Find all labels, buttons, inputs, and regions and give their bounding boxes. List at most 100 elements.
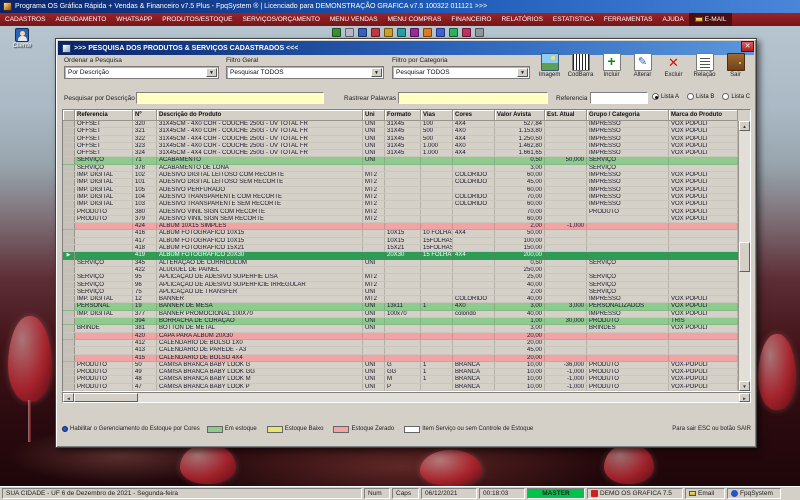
table-row[interactable]: 417 ALBUM FOTOGRAFICO 10X15 10X15 15FOLHAS 1…	[63, 237, 738, 246]
toolbar-icon[interactable]	[423, 28, 432, 37]
table-row[interactable]: IMP. DIGITAL 105 ADESIVO PERFURADO MT2 60,00…	[63, 186, 738, 194]
table-row[interactable]: PRODUTO 47 CAMISA BRANCA BABY LOOK P UNI P BR…	[63, 383, 738, 391]
table-row[interactable]: 415 CALENDARIO DE BOLSO 4X4 20,00	[63, 354, 738, 362]
table-row[interactable]: 424 ALBUM 10X15 SIMPLES 2,00 -1,000	[63, 223, 738, 231]
table-row[interactable]: 420 CAPA PARA ALBUM 20X30 20,00	[63, 332, 738, 340]
table-row[interactable]: 412 CALENDARIO DE BOLSO 1X0 20,00	[63, 339, 738, 348]
table-row[interactable]: PRODUTO 50 CAMISA BRANCA BABY LOOK G UNI G 1 B…	[63, 361, 738, 370]
desktop-icon-cliente[interactable]: Cliente	[4, 28, 40, 49]
reference-input[interactable]	[590, 92, 648, 104]
menu-item-produtos-estoque[interactable]: PRODUTOS/ESTOQUE	[157, 13, 237, 26]
action-imagem-button[interactable]: Imagem	[534, 53, 565, 78]
table-row[interactable]: PRODUTO 49 CAMISA BRANCA BABY LOOK GG UNI GG…	[63, 369, 738, 377]
toolbar-icon[interactable]	[449, 28, 458, 37]
menu-item-relatorios[interactable]: RELATÓRIOS	[496, 13, 547, 26]
radio-lista-c[interactable]: Lista C	[722, 93, 750, 100]
menu-item-agendamento[interactable]: AGENDAMENTO	[50, 13, 111, 26]
table-row[interactable]: 418 ALBUM FOTOGRAFICO 15X21 15X21 15FOLHAS 1…	[63, 245, 738, 253]
table-row[interactable]: 422 ALUGUEL DE PAINEL 250,00	[63, 266, 738, 275]
order-select[interactable]: Por Descrição	[64, 66, 219, 79]
table-row[interactable]: OFFSET 323 31X45CM - 4X0 COR - COUCHÊ 250G…	[63, 142, 738, 151]
table-row[interactable]: PERSONAL 19 BANNER DE MESA UNI 13x11 1 4X0 3,00…	[63, 303, 738, 311]
toolbar-icon[interactable]	[436, 28, 445, 37]
action-alterar-button[interactable]: Alterar	[627, 53, 658, 78]
column-header-grupo-categoria[interactable]: Grupo / Categoria	[587, 110, 669, 121]
column-header-vias[interactable]: Vias	[421, 110, 453, 121]
menu-item-financeiro[interactable]: FINANCEIRO	[446, 13, 496, 26]
action-incluir-button[interactable]: Incluir	[596, 53, 627, 78]
table-row[interactable]: PRODUTO 48 CAMISA BRANCA BABY LOOK M UNI M 1 B…	[63, 376, 738, 384]
table-row[interactable]: IMP. DIGITAL 103 ADESIVO TRANSPARENTE SEM …	[63, 201, 738, 209]
column-header-numero[interactable]: Nº	[133, 110, 157, 121]
horizontal-scroll-thumb[interactable]	[74, 393, 138, 402]
vertical-scrollbar[interactable]	[738, 121, 750, 391]
stock-color-toggle[interactable]: Habilitar o Gerenciamento do Estoque por…	[62, 426, 200, 432]
column-header-est-atual[interactable]: Est. Atual	[545, 110, 587, 121]
toolbar-icon[interactable]	[332, 28, 341, 37]
table-row[interactable]: 394 BORRACHA DE CORAÇÃO UNI 1,00 30,000 PRODU…	[63, 318, 738, 326]
menu-item-menu-compras[interactable]: MENU COMPRAS	[383, 13, 447, 26]
action-codbarra-button[interactable]: CodBarra	[565, 53, 596, 78]
table-row[interactable]: IMP. DIGITAL 101 ADESIVO DIGITAL LEITOSO S…	[63, 179, 738, 187]
table-row[interactable]: BRINDE 381 BOTTON DE METAL UNI 3,00 BRINDES VO…	[63, 325, 738, 333]
table-row[interactable]: 413 CALENDARIO DE PAREDE - A3 45,00	[63, 347, 738, 355]
toolbar-icon[interactable]	[475, 28, 484, 37]
table-row[interactable]: IMP. DIGITAL 102 ADESIVO DIGITAL LEITOSO C…	[63, 172, 738, 180]
menu-item-cadastros[interactable]: CADASTROS	[0, 13, 50, 26]
toolbar-icon[interactable]	[462, 28, 471, 37]
action-sair-button[interactable]: Sair	[720, 53, 751, 78]
general-filter-select[interactable]: Pesquisar TODOS	[226, 66, 384, 79]
toolbar-icon[interactable]	[345, 28, 354, 37]
search-description-input[interactable]	[136, 92, 324, 104]
menu-item-menu-vendas[interactable]: MENU VENDAS	[325, 13, 383, 26]
menu-item-estatistica[interactable]: ESTATISTICA	[548, 13, 599, 26]
table-row[interactable]: SERVIÇO 345 ALTERAÇÃO DE CURRICULUM UNI 0,50…	[63, 259, 738, 267]
table-row[interactable]: OFFSET 320 31X45CM - 4X0 COR - COUCHÊ 250G…	[63, 121, 738, 129]
category-filter-select[interactable]: Pesquisar TODOS	[392, 66, 530, 79]
table-row[interactable]: PRODUTO 379 ADESIVO VINIL SIGN SEM RECORTE…	[63, 215, 738, 224]
column-header-referencia[interactable]: Referencia	[75, 110, 133, 121]
action-excluir-button[interactable]: Excluir	[658, 53, 689, 78]
toolbar-icon[interactable]	[358, 28, 367, 37]
toolbar-icon[interactable]	[384, 28, 393, 37]
scroll-left-icon[interactable]	[63, 393, 74, 402]
column-header-formato[interactable]: Formato	[385, 110, 421, 121]
scroll-up-icon[interactable]	[739, 121, 750, 131]
column-header-cores[interactable]: Cores	[453, 110, 495, 121]
close-button[interactable]	[741, 40, 754, 52]
action-relacao-button[interactable]: Relação	[689, 53, 720, 78]
table-row[interactable]: OFFSET 324 31X45CM - 4X4 COR - COUCHÊ 250G…	[63, 150, 738, 158]
table-row[interactable]: 416 ALBUM FOTOGRAFICO 10X15 10X15 10 FOLHAS…	[63, 230, 738, 238]
column-header-uni[interactable]: Uni	[363, 110, 385, 121]
toolbar-icon[interactable]	[397, 28, 406, 37]
scroll-down-icon[interactable]	[739, 381, 750, 391]
scroll-right-icon[interactable]	[739, 393, 750, 402]
menu-item-ajuda[interactable]: AJUDA	[657, 13, 688, 26]
table-row[interactable]: SERVIÇO 96 APLICAÇÃO DE ADESIVO SUPERFICIE…	[63, 281, 738, 289]
radio-lista-b[interactable]: Lista B	[687, 93, 714, 100]
table-row[interactable]: OFFSET 321 31X45CM - 4X0 COR - COUCHÊ 250G…	[63, 128, 738, 136]
table-row[interactable]: IMP. DIGITAL 377 BANNER PROMOCIONAL 100X70…	[63, 310, 738, 319]
table-row[interactable]: ▶ 419 ALBUM FOTOGRAFICO 20X30 20X30 15 FOLHA…	[63, 252, 738, 260]
table-row[interactable]: IMP. DIGITAL 12 BANNER MT2 COLORIDO 40,00 IMPR…	[63, 296, 738, 304]
table-row[interactable]: SERVIÇO 95 APLICAÇÃO DE ADESIVO SUPERFIE L…	[63, 274, 738, 282]
table-row[interactable]: SERVIÇO 378 ACABAMENTO DE LONA 3,00 SERVIÇO	[63, 164, 738, 173]
column-header-valor-avista[interactable]: Valor Avista	[495, 110, 545, 121]
toolbar-icon[interactable]	[410, 28, 419, 37]
radio-lista-a[interactable]: Lista A	[652, 93, 679, 100]
table-row[interactable]: IMP. DIGITAL 104 ADESIVO TRANSPARENTE COM …	[63, 193, 738, 202]
table-row[interactable]: OFFSET 322 31X45CM - 4X4 COR - COUCHÊ 250G…	[63, 135, 738, 143]
menu-item-whatsapp[interactable]: WHATSAPP	[111, 13, 157, 26]
menu-item-email[interactable]: E-MAIL	[688, 13, 733, 26]
vertical-scroll-thumb[interactable]	[739, 242, 750, 272]
menu-item-servicos-orcamento[interactable]: SERVIÇOS/ORÇAMENTO	[237, 13, 324, 26]
toolbar-icon[interactable]	[371, 28, 380, 37]
table-row[interactable]: SERVIÇO 75 APLICAÇÃO DE TRANSFER UNI 2,00 SER…	[63, 288, 738, 297]
horizontal-scrollbar[interactable]	[62, 392, 751, 403]
track-words-input[interactable]	[398, 92, 548, 104]
column-header-descricao[interactable]: Descrição do Produto	[157, 110, 363, 121]
table-row[interactable]: PRODUTO 380 ADESIVO VINIL SIGN COM RECORTE…	[63, 208, 738, 216]
menu-item-ferramentas[interactable]: FERRAMENTAS	[599, 13, 658, 26]
column-header-marca[interactable]: Marca do Produto	[669, 110, 738, 121]
table-row[interactable]: SERVIÇO 71 ACABAMENTO UNI 0,50 50,000 SERVIÇO	[63, 157, 738, 165]
